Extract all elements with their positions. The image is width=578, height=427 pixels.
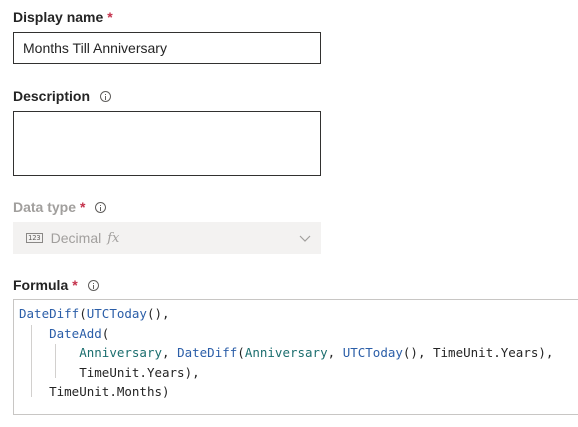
formula-editor[interactable]: DateDiff(UTCToday(), DateAdd( Anniversar… <box>13 299 578 415</box>
function-token: UTCToday <box>342 345 403 360</box>
identifier-token: Anniversary <box>244 345 328 360</box>
required-asterisk: * <box>72 277 78 293</box>
formula-label-text: Formula <box>13 277 69 293</box>
display-name-label-text: Display name <box>13 9 104 25</box>
formula-line: TimeUnit.Months) <box>19 382 553 402</box>
description-label: Description <box>13 88 112 104</box>
description-label-text: Description <box>13 88 91 104</box>
display-name-field[interactable] <box>13 32 321 64</box>
formula-line: DateAdd( <box>19 324 553 344</box>
display-name-label: Display name * <box>13 9 113 25</box>
code-token: ( <box>237 345 245 360</box>
formula-line: DateDiff(UTCToday(), <box>19 304 553 324</box>
number-icon: 123 <box>26 233 43 243</box>
chevron-down-icon <box>299 235 311 242</box>
function-token: DateDiff <box>19 306 80 321</box>
data-type-label: Data type * <box>13 199 107 215</box>
data-type-value: Decimal <box>50 230 102 246</box>
display-name-input[interactable] <box>14 33 320 63</box>
code-token: , <box>327 345 343 360</box>
info-icon[interactable] <box>100 90 112 102</box>
code-token: , <box>162 345 178 360</box>
code-token: TimeUnit.Months) <box>49 384 170 399</box>
identifier-token: Anniversary <box>79 345 163 360</box>
code-token: (), <box>146 306 170 321</box>
code-token: ( <box>101 325 110 341</box>
formula-label: Formula * <box>13 277 99 293</box>
code-token: ( <box>79 306 87 321</box>
code-token: TimeUnit.Years), <box>79 364 200 380</box>
formula-line: Anniversary, DateDiff(Anniversary, UTCTo… <box>19 343 553 363</box>
formula-line: TimeUnit.Years), <box>19 363 553 383</box>
description-textarea[interactable] <box>13 111 321 176</box>
data-type-label-text: Data type <box>13 199 77 215</box>
code-token: (), TimeUnit.Years), <box>402 345 554 360</box>
required-asterisk: * <box>80 199 86 215</box>
info-icon[interactable] <box>87 279 99 291</box>
function-token: DateDiff <box>177 345 238 360</box>
function-token: DateAdd <box>49 325 102 341</box>
function-token: UTCToday <box>86 306 147 321</box>
fx-icon: fx <box>107 230 120 246</box>
data-type-dropdown[interactable]: 123 Decimal fx <box>13 222 321 254</box>
info-icon[interactable] <box>95 201 107 213</box>
formula-code[interactable]: DateDiff(UTCToday(), DateAdd( Anniversar… <box>19 304 553 402</box>
required-asterisk: * <box>107 9 113 25</box>
